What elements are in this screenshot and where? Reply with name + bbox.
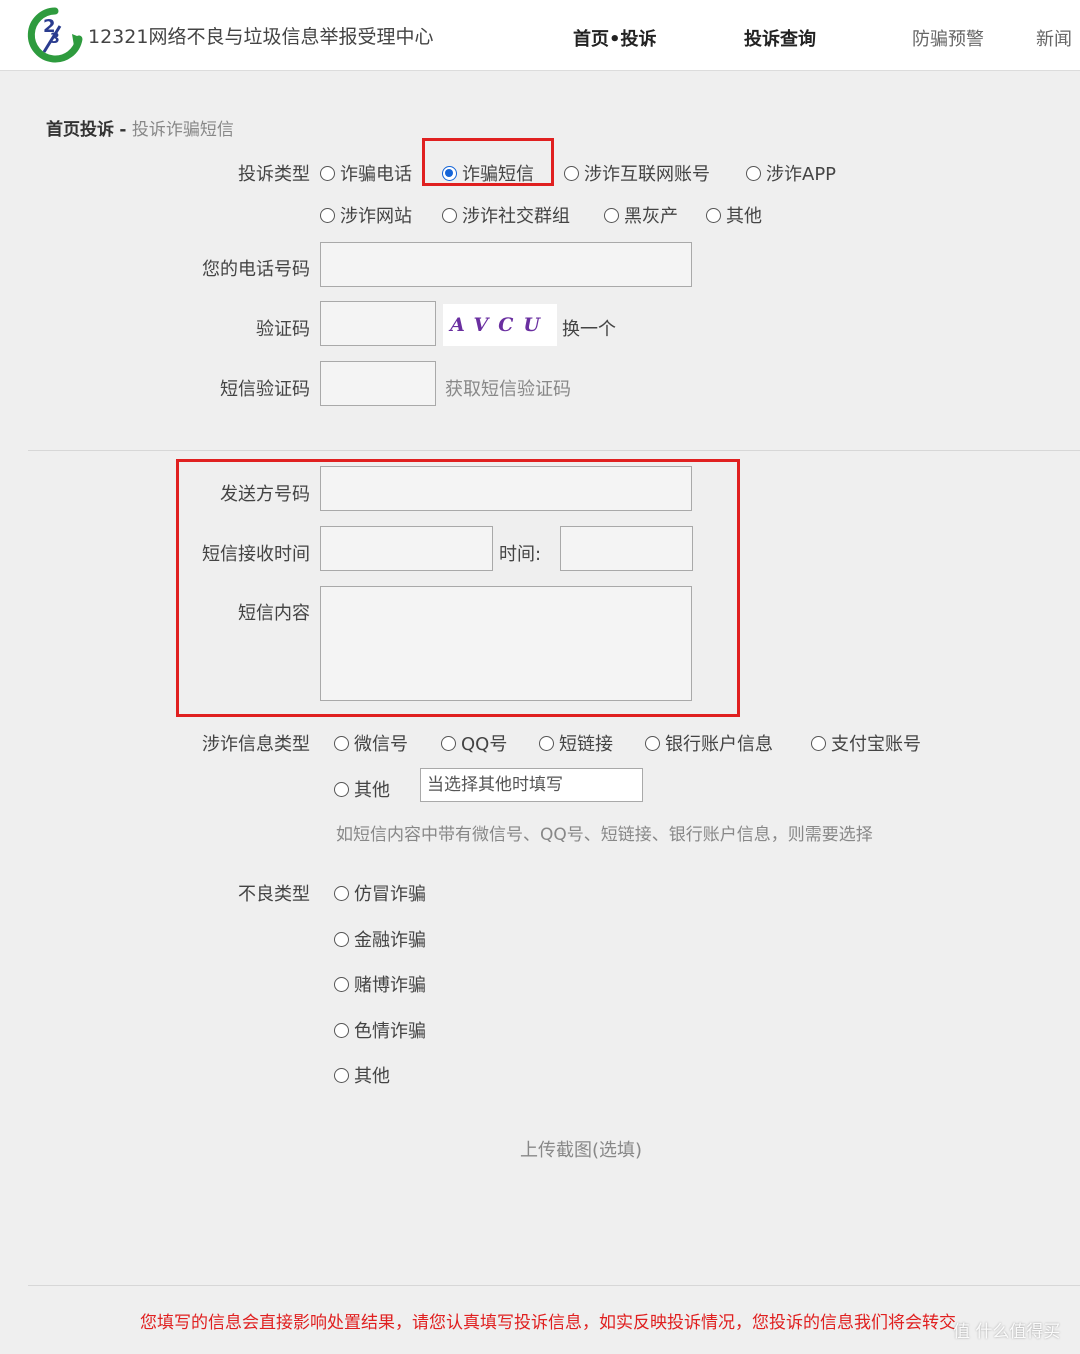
fraud-info-label: 涉诈信息类型 <box>202 734 310 755</box>
radio-black-grey-industry[interactable]: 黑灰产 <box>604 202 678 228</box>
radio-circle[interactable] <box>746 165 761 181</box>
radio-fraud-social-group[interactable]: 涉诈社交群组 <box>442 202 570 228</box>
upload-screenshot-button[interactable]: 上传截图(选填) <box>520 1136 642 1162</box>
radio-circle[interactable] <box>334 885 349 901</box>
radio-circle[interactable] <box>645 735 660 751</box>
radio-short-link[interactable]: 短链接 <box>539 730 613 756</box>
fraud-info-other-input[interactable] <box>420 768 643 802</box>
receive-time-label: 时间: <box>499 544 542 565</box>
notice-text: 您填写的信息会直接影响处置结果，请您认真填写投诉信息，如实反映投诉情况，您投诉的… <box>140 1313 956 1333</box>
radio-qq[interactable]: QQ号 <box>441 730 507 756</box>
radio-circle[interactable] <box>334 735 349 751</box>
radio-type-other[interactable]: 其他 <box>706 202 762 228</box>
radio-circle[interactable] <box>811 735 826 751</box>
radio-circle[interactable] <box>334 781 349 797</box>
radio-bank-account[interactable]: 银行账户信息 <box>645 730 773 756</box>
radio-impersonation-fraud[interactable]: 仿冒诈骗 <box>334 880 426 906</box>
radio-circle[interactable] <box>442 207 457 223</box>
radio-circle[interactable] <box>320 165 335 181</box>
bad-type-label: 不良类型 <box>238 884 310 905</box>
captcha-label: 验证码 <box>256 319 310 340</box>
radio-bad-type-other[interactable]: 其他 <box>334 1062 390 1088</box>
radio-fraud-website[interactable]: 涉诈网站 <box>320 202 412 228</box>
content-textarea[interactable] <box>320 586 692 701</box>
radio-circle[interactable] <box>441 735 456 751</box>
get-sms-code-button[interactable]: 获取短信验证码 <box>445 375 571 401</box>
nav-home-complaint[interactable]: 首页•投诉 <box>573 25 657 51</box>
captcha-image[interactable]: AVCU <box>443 304 557 346</box>
radio-circle[interactable] <box>334 1067 349 1083</box>
nav-complaint-query[interactable]: 投诉查询 <box>744 25 816 51</box>
phone-input[interactable] <box>320 242 692 287</box>
radio-circle[interactable] <box>334 931 349 947</box>
watermark: 值 什么值得买 <box>953 1322 1061 1342</box>
radio-circle[interactable] <box>604 207 619 223</box>
radio-circle[interactable] <box>706 207 721 223</box>
sender-label: 发送方号码 <box>220 484 310 505</box>
breadcrumb-home[interactable]: 首页投诉 <box>46 120 114 140</box>
notice-container: 您填写的信息会直接影响处置结果，请您认真填写投诉信息，如实反映投诉情况，您投诉的… <box>140 1308 1080 1338</box>
receive-date-input[interactable] <box>320 526 493 571</box>
receive-date-label: 短信接收时间 <box>202 544 310 565</box>
captcha-refresh-link[interactable]: 换一个 <box>562 315 616 341</box>
sms-code-input[interactable] <box>320 361 436 406</box>
breadcrumb: 首页投诉 - 投诉诈骗短信 <box>46 115 234 140</box>
header: 2 3 12321网络不良与垃圾信息举报受理中心 首页•投诉 投诉查询 防骗预警… <box>0 0 1080 71</box>
radio-porn-fraud[interactable]: 色情诈骗 <box>334 1017 426 1043</box>
complaint-type-label: 投诉类型 <box>238 164 310 185</box>
radio-fraud-sms[interactable]: 诈骗短信 <box>442 160 534 186</box>
radio-fraud-internet-account[interactable]: 涉诈互联网账号 <box>564 160 710 186</box>
radio-circle-checked[interactable] <box>442 165 457 181</box>
fraud-info-hint: 如短信内容中带有微信号、QQ号、短链接、银行账户信息，则需要选择 <box>336 825 873 845</box>
logo-icon[interactable]: 2 3 <box>26 6 84 64</box>
nav-news[interactable]: 新闻 <box>1036 25 1072 51</box>
radio-circle[interactable] <box>334 1022 349 1038</box>
radio-fraud-call[interactable]: 诈骗电话 <box>320 160 412 186</box>
sender-input[interactable] <box>320 466 692 511</box>
radio-gambling-fraud[interactable]: 赌博诈骗 <box>334 971 426 997</box>
radio-wechat[interactable]: 微信号 <box>334 730 408 756</box>
radio-circle[interactable] <box>334 976 349 992</box>
breadcrumb-separator: - <box>119 120 127 140</box>
captcha-input[interactable] <box>320 301 436 346</box>
content-label: 短信内容 <box>238 603 310 624</box>
radio-circle[interactable] <box>539 735 554 751</box>
divider <box>28 450 1080 451</box>
receive-time-input[interactable] <box>560 526 693 571</box>
radio-alipay[interactable]: 支付宝账号 <box>811 730 921 756</box>
radio-financial-fraud[interactable]: 金融诈骗 <box>334 926 426 952</box>
breadcrumb-current: 投诉诈骗短信 <box>131 120 234 140</box>
sms-code-label: 短信验证码 <box>220 379 310 400</box>
divider <box>28 1285 1080 1286</box>
site-title[interactable]: 12321网络不良与垃圾信息举报受理中心 <box>88 22 433 49</box>
radio-circle[interactable] <box>320 207 335 223</box>
nav-fraud-warning[interactable]: 防骗预警 <box>912 25 984 51</box>
radio-circle[interactable] <box>564 165 579 181</box>
phone-label: 您的电话号码 <box>202 259 310 280</box>
radio-fraud-info-other[interactable]: 其他 <box>334 776 390 802</box>
radio-fraud-app[interactable]: 涉诈APP <box>746 160 836 186</box>
